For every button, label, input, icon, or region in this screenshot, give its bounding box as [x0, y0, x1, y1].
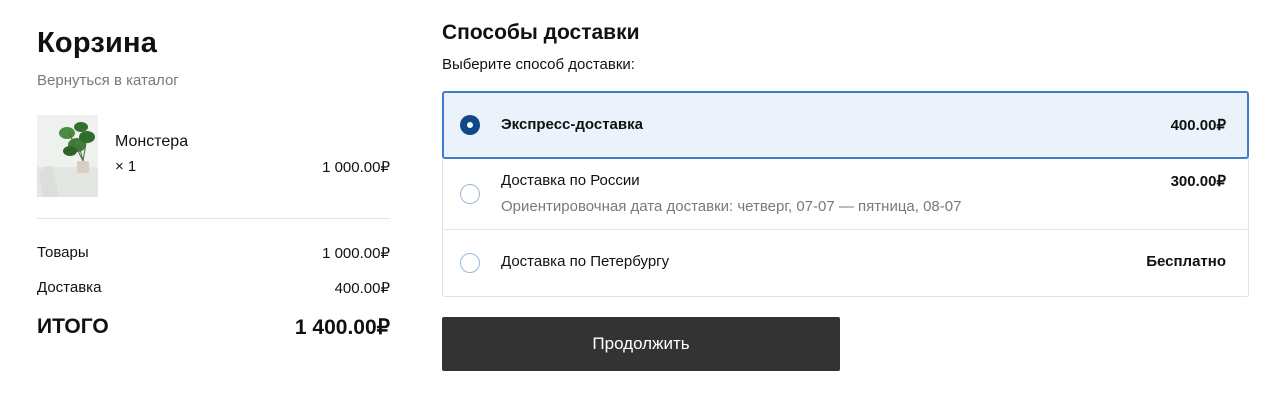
summary-goods-label: Товары: [37, 244, 89, 261]
summary-delivery-label: Доставка: [37, 279, 102, 296]
summary-goods-value: 1 000.00₽: [322, 245, 390, 262]
continue-button[interactable]: Продолжить: [442, 317, 840, 371]
radio-button[interactable]: [460, 184, 480, 204]
delivery-option-petersburg[interactable]: Доставка по Петербургу Бесплатно: [443, 230, 1248, 296]
delivery-option-name: Доставка по Петербургу: [501, 253, 670, 270]
monstera-plant-image: [37, 115, 98, 197]
cart-item-quantity: × 1: [115, 158, 137, 175]
summary-delivery-value: 400.00₽: [334, 280, 390, 297]
cart-item: Монстера × 1 1 000.00₽: [37, 115, 390, 197]
cart-divider: [37, 218, 390, 219]
delivery-subtitle: Выберите способ доставки:: [442, 56, 635, 73]
delivery-option-russia[interactable]: Доставка по России Ориентировочная дата …: [443, 158, 1248, 230]
cart-panel: Корзина Вернуться в каталог Монстера × 1…: [37, 26, 390, 339]
cart-title: Корзина: [37, 27, 158, 59]
delivery-option-express[interactable]: Экспресс-доставка 400.00₽: [442, 91, 1249, 159]
delivery-option-name: Экспресс-доставка: [501, 116, 643, 133]
delivery-option-price: Бесплатно: [1146, 253, 1226, 270]
cart-item-price: 1 000.00₽: [322, 159, 390, 176]
radio-button[interactable]: [460, 253, 480, 273]
delivery-option-price: 300.00₽: [1170, 173, 1226, 190]
delivery-panel: Способы доставки Выберите способ доставк…: [442, 20, 1249, 371]
delivery-option-price: 400.00₽: [1170, 117, 1226, 134]
cart-item-name: Монстера: [115, 133, 189, 150]
radio-button-checked[interactable]: [460, 115, 480, 135]
delivery-options-list: Экспресс-доставка 400.00₽ Доставка по Ро…: [442, 91, 1249, 297]
product-image: [37, 115, 98, 197]
back-to-catalog-link[interactable]: Вернуться в каталог: [37, 72, 179, 89]
delivery-option-name: Доставка по России: [501, 172, 640, 189]
summary-total-value: 1 400.00₽: [294, 316, 390, 339]
summary-total-label: ИТОГО: [37, 315, 109, 338]
delivery-title: Способы доставки: [442, 21, 640, 44]
delivery-option-eta: Ориентировочная дата доставки: четверг, …: [501, 198, 962, 215]
